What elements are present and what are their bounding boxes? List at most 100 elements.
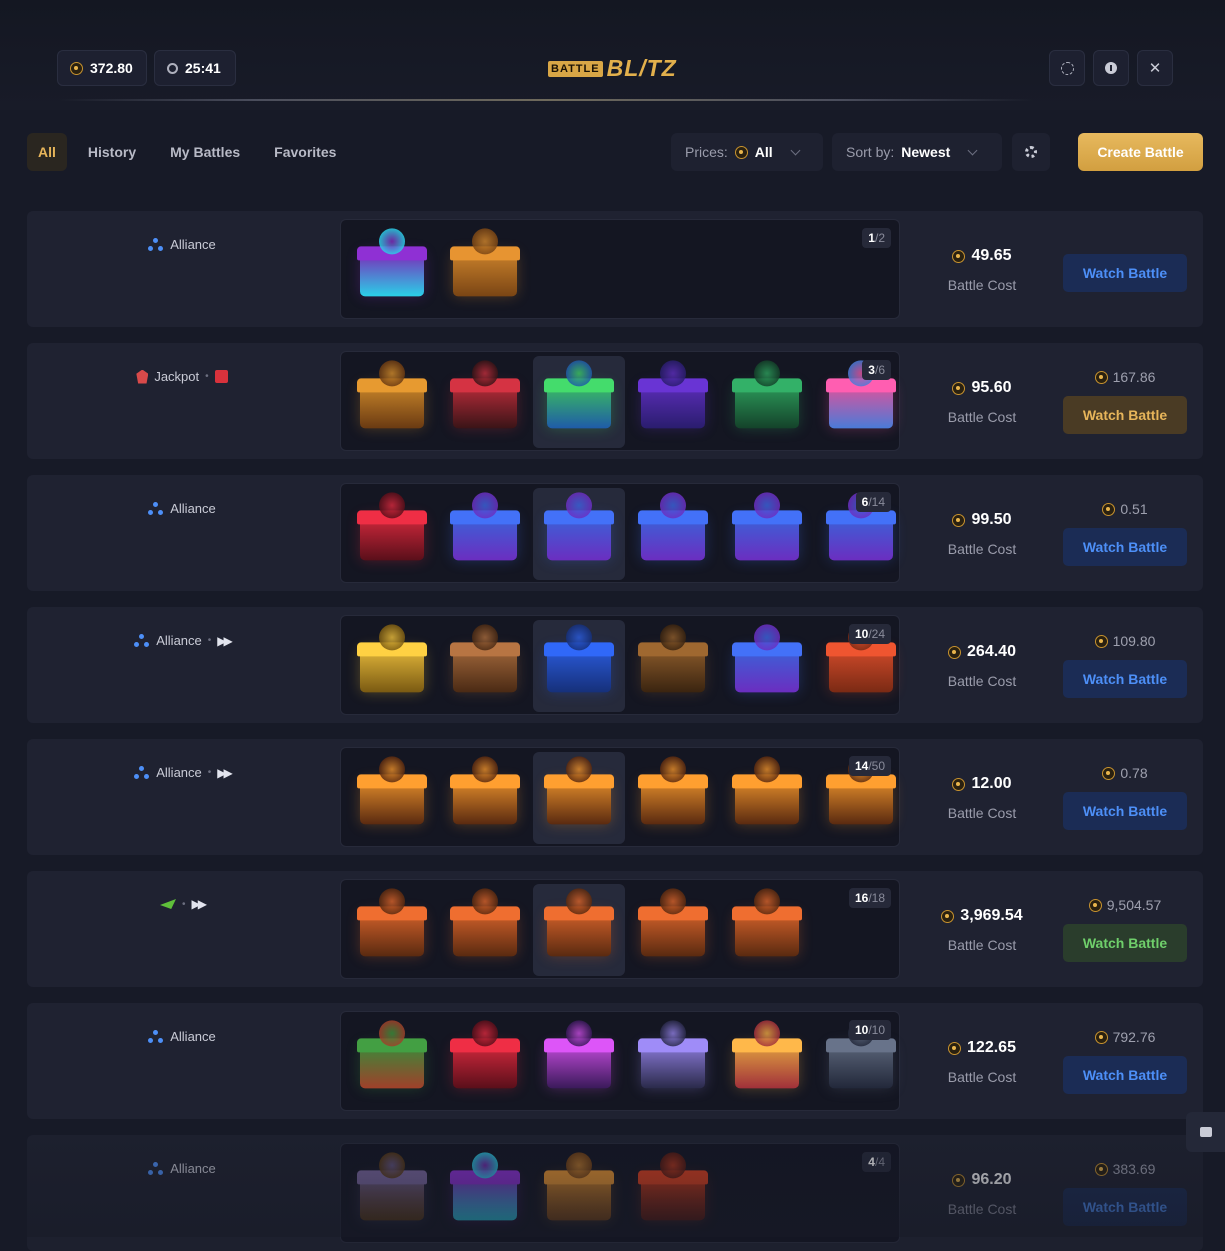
fast-forward-icon: ▶▶ [217,765,233,780]
case-image [826,1020,896,1089]
tab-all[interactable]: All [27,133,67,171]
tab-my-battles[interactable]: My Battles [153,133,257,171]
case-image [826,492,896,561]
logo[interactable]: BATTLE BL/TZ [548,55,677,82]
battle-row[interactable]: Alliance 10/10 122.65 Battle Cost 792.76 Watc… [27,1003,1203,1119]
create-battle-button[interactable]: Create Battle [1078,133,1203,171]
case-strip: 4/4 [340,1143,900,1243]
coin-icon [1102,766,1116,780]
team-label: Alliance [170,1029,216,1044]
close-button[interactable]: ✕ [1137,50,1173,86]
win-value: 0.51 [1120,501,1148,517]
battle-row[interactable]: Alliance 6/14 99.50 Battle Cost 0.51 Watch Ba… [27,475,1203,591]
gear-icon [1025,146,1037,158]
coin-icon [1088,898,1102,912]
win-value: 383.69 [1112,1161,1156,1177]
case-slot [439,488,531,580]
case-slot [627,356,719,448]
case-slot [533,1016,625,1108]
case-image [357,360,427,429]
coin-icon [952,513,966,527]
sort-label: Sort by: [846,144,895,160]
case-slot [721,752,813,844]
separator: • [207,767,212,778]
sort-dropdown[interactable]: Sort by: Newest [832,133,1002,171]
coin-icon [952,777,966,791]
coin-icon [952,1173,966,1187]
case-slot [439,752,531,844]
coin-icon [948,1041,962,1055]
cost-caption: Battle Cost [947,1069,1017,1085]
battle-row[interactable]: Alliance • ▶▶ 14/50 12.00 Battle Cost 0.78 Watc… [27,739,1203,855]
watch-battle-button[interactable]: Watch Battle [1063,1056,1187,1094]
battle-row[interactable]: Jackpot • 3/6 95.60 Battle Cost 167.86 Watch B… [27,343,1203,459]
team-label: Alliance [156,633,202,648]
team-label: Alliance [170,1161,216,1176]
cost-caption: Battle Cost [947,673,1017,689]
cost-caption: Battle Cost [947,541,1017,557]
case-slot [439,620,531,712]
case-slot [533,884,625,976]
battle-row[interactable]: Alliance • ▶▶ 10/24 264.40 Battle Cost 109.80 W… [27,607,1203,723]
case-slot [721,356,813,448]
battle-row[interactable]: • ▶▶ 16/18 3,969.54 Battle Cost 9,504.57 Watch… [27,871,1203,987]
case-strip: 14/50 [340,747,900,847]
settings-button[interactable] [1012,133,1050,171]
battle-row[interactable]: Alliance 1/2 49.65 Battle Cost Watch Battle [27,211,1203,327]
case-slot [627,1148,719,1240]
case-image [638,1152,708,1221]
case-image [732,1020,802,1089]
chat-icon [1199,1127,1212,1137]
round-counter: 6/14 [855,492,891,512]
watch-battle-button[interactable]: Watch Battle [1063,396,1187,434]
round-counter: 3/6 [862,360,891,380]
case-slot [346,1016,438,1108]
case-slot [721,1016,813,1108]
prices-label: Prices: [685,144,728,160]
cost-value: 95.60 [971,379,1012,396]
coin-icon [952,249,966,263]
logo-small-text: BATTLE [548,60,603,77]
watch-battle-button[interactable]: Watch Battle [1063,528,1187,566]
cost-value: 96.20 [971,1171,1012,1188]
battle-cost: 95.60 Battle Cost [907,379,1057,425]
case-image [638,492,708,561]
case-image [450,888,520,957]
watch-battle-button[interactable]: Watch Battle [1063,660,1187,698]
info-button[interactable] [1093,50,1129,86]
balance-value: 372.80 [90,60,133,76]
team-label: Alliance [170,501,216,516]
cost-value: 122.65 [967,1039,1016,1056]
win-value: 792.76 [1112,1029,1156,1045]
prices-value: All [754,144,773,160]
case-slot [533,1148,625,1240]
case-slot [346,1148,438,1240]
case-image [544,360,614,429]
case-image [450,360,520,429]
win-amount: 109.80 [1063,633,1187,649]
case-image [544,624,614,693]
fairness-button[interactable] [1049,50,1085,86]
battle-row[interactable]: Alliance 4/4 96.20 Battle Cost 383.69 Watch B… [27,1135,1203,1251]
cost-caption: Battle Cost [947,409,1017,425]
prices-dropdown[interactable]: Prices: All [671,133,823,171]
chat-button[interactable] [1186,1112,1225,1152]
cost-value: 49.65 [971,247,1012,264]
watch-battle-button[interactable]: Watch Battle [1063,254,1187,292]
tab-favorites[interactable]: Favorites [257,133,353,171]
cost-caption: Battle Cost [947,277,1017,293]
case-image [544,1152,614,1221]
battle-team: Alliance [27,501,337,516]
balance-display[interactable]: 372.80 [57,50,147,86]
case-image [826,360,896,429]
case-slot [439,224,531,316]
case-image [450,624,520,693]
round-counter: 14/50 [848,756,891,776]
watch-battle-button[interactable]: Watch Battle [1063,792,1187,830]
alliance-icon [134,765,150,780]
watch-battle-button[interactable]: Watch Battle [1063,924,1187,962]
separator: • [182,898,186,910]
tab-history[interactable]: History [71,133,153,171]
case-image [357,228,427,297]
watch-battle-button[interactable]: Watch Battle [1063,1188,1187,1226]
